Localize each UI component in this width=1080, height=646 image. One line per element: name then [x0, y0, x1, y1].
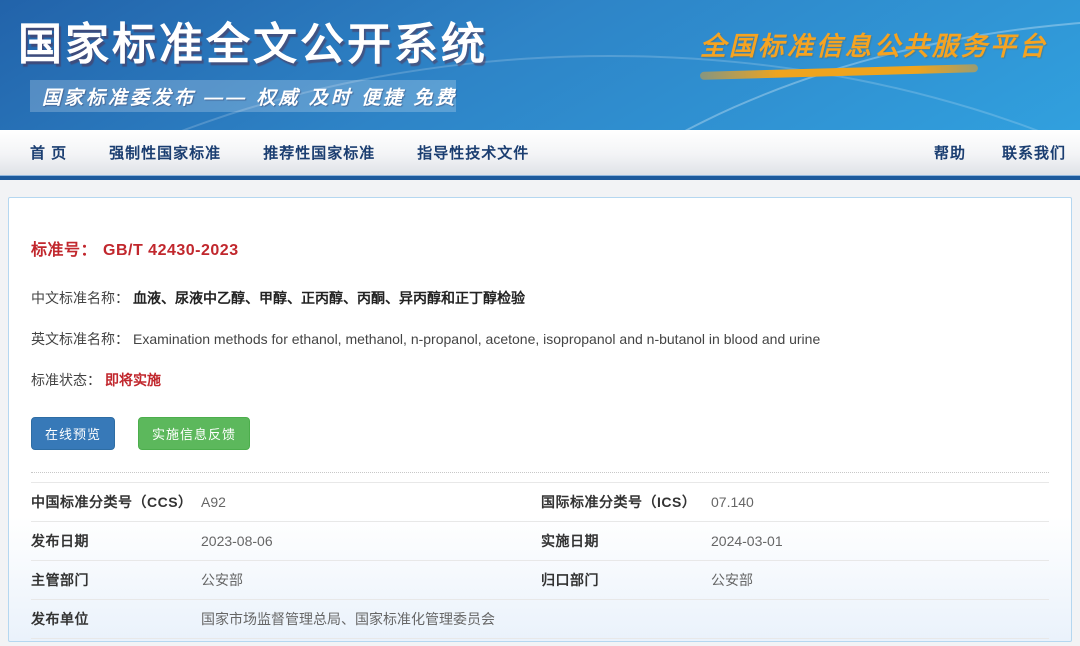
table-row: 主管部门 公安部 归口部门 公安部	[31, 560, 1049, 599]
site-subtitle-strip: 国家标准委发布 —— 权威 及时 便捷 免费	[30, 80, 456, 112]
status-badge: 即将实施	[105, 372, 161, 388]
field-value-publish-date: 2023-08-06	[201, 533, 541, 549]
platform-name[interactable]: 全国标准信息公共服务平台	[700, 26, 1048, 63]
nav-item-recommended-standards[interactable]: 推荐性国家标准	[263, 142, 375, 163]
table-row: 发布日期 2023-08-06 实施日期 2024-03-01	[31, 521, 1049, 560]
nav-item-contact-us[interactable]: 联系我们	[1002, 142, 1066, 163]
field-value-implement-date: 2024-03-01	[711, 533, 1049, 549]
online-preview-button[interactable]: 在线预览	[31, 417, 115, 450]
field-value-publish-org: 国家市场监督管理总局、国家标准化管理委员会	[201, 609, 1049, 629]
nav-item-home[interactable]: 首 页	[30, 142, 67, 163]
table-row: 中国标准分类号（CCS） A92 国际标准分类号（ICS） 07.140	[31, 482, 1049, 521]
action-buttons: 在线预览 实施信息反馈	[31, 417, 1049, 450]
site-subtitle: 国家标准委发布 —— 权威 及时 便捷 免费	[42, 83, 457, 110]
standard-number-line: 标准号： GB/T 42430-2023	[31, 198, 1049, 260]
nav-item-guiding-documents[interactable]: 指导性技术文件	[417, 142, 529, 163]
standard-detail-card: 标准号： GB/T 42430-2023 中文标准名称：血液、尿液中乙醇、甲醇、正…	[8, 197, 1072, 642]
status-label: 标准状态：	[31, 372, 101, 388]
cn-name-label: 中文标准名称：	[31, 290, 129, 306]
nav-item-mandatory-standards[interactable]: 强制性国家标准	[109, 142, 221, 163]
implementation-feedback-button[interactable]: 实施信息反馈	[138, 417, 250, 450]
field-label-publish-org: 发布单位	[31, 609, 201, 629]
standard-info-table: 中国标准分类号（CCS） A92 国际标准分类号（ICS） 07.140 发布日…	[31, 482, 1049, 646]
cn-name-line: 中文标准名称：血液、尿液中乙醇、甲醇、正丙醇、丙酮、异丙醇和正丁醇检验	[31, 284, 1049, 312]
table-row: 发布单位 国家市场监督管理总局、国家标准化管理委员会	[31, 599, 1049, 638]
standard-number-label: 标准号：	[31, 242, 97, 259]
header-banner: 国家标准全文公开系统 国家标准委发布 —— 权威 及时 便捷 免费 全国标准信息…	[0, 0, 1080, 130]
field-label-centralized-dept: 归口部门	[541, 570, 711, 590]
en-name-label: 英文标准名称：	[31, 331, 129, 347]
main-content: 标准号： GB/T 42430-2023 中文标准名称：血液、尿液中乙醇、甲醇、正…	[0, 180, 1080, 642]
standard-number-value: GB/T 42430-2023	[103, 242, 239, 259]
status-line: 标准状态：即将实施	[31, 366, 1049, 394]
field-label-ics: 国际标准分类号（ICS）	[541, 492, 711, 512]
cn-name-value: 血液、尿液中乙醇、甲醇、正丙醇、丙酮、异丙醇和正丁醇检验	[133, 290, 525, 306]
main-nav: 首 页 强制性国家标准 推荐性国家标准 指导性技术文件 帮助 联系我们	[0, 130, 1080, 175]
field-label-implement-date: 实施日期	[541, 531, 711, 551]
field-value-ics: 07.140	[711, 494, 1049, 510]
nav-right-group: 帮助 联系我们	[934, 142, 1066, 163]
table-row: 备注	[31, 638, 1049, 646]
en-name-line: 英文标准名称：Examination methods for ethanol, …	[31, 325, 1049, 353]
section-divider	[31, 472, 1049, 473]
field-label-competent-dept: 主管部门	[31, 570, 201, 590]
site-title: 国家标准全文公开系统	[18, 8, 488, 72]
field-label-ccs: 中国标准分类号（CCS）	[31, 492, 201, 512]
field-value-ccs: A92	[201, 494, 541, 510]
platform-link[interactable]: 全国标准信息公共服务平台	[700, 26, 1048, 76]
en-name-value: Examination methods for ethanol, methano…	[133, 331, 820, 347]
nav-left-group: 首 页 强制性国家标准 推荐性国家标准 指导性技术文件	[30, 142, 529, 163]
field-value-centralized-dept: 公安部	[711, 570, 1049, 590]
standard-names-block: 中文标准名称：血液、尿液中乙醇、甲醇、正丙醇、丙酮、异丙醇和正丁醇检验 英文标准…	[31, 284, 1049, 394]
field-value-competent-dept: 公安部	[201, 570, 541, 590]
nav-item-help[interactable]: 帮助	[934, 142, 966, 163]
field-label-publish-date: 发布日期	[31, 531, 201, 551]
platform-underline-decoration	[700, 64, 978, 80]
